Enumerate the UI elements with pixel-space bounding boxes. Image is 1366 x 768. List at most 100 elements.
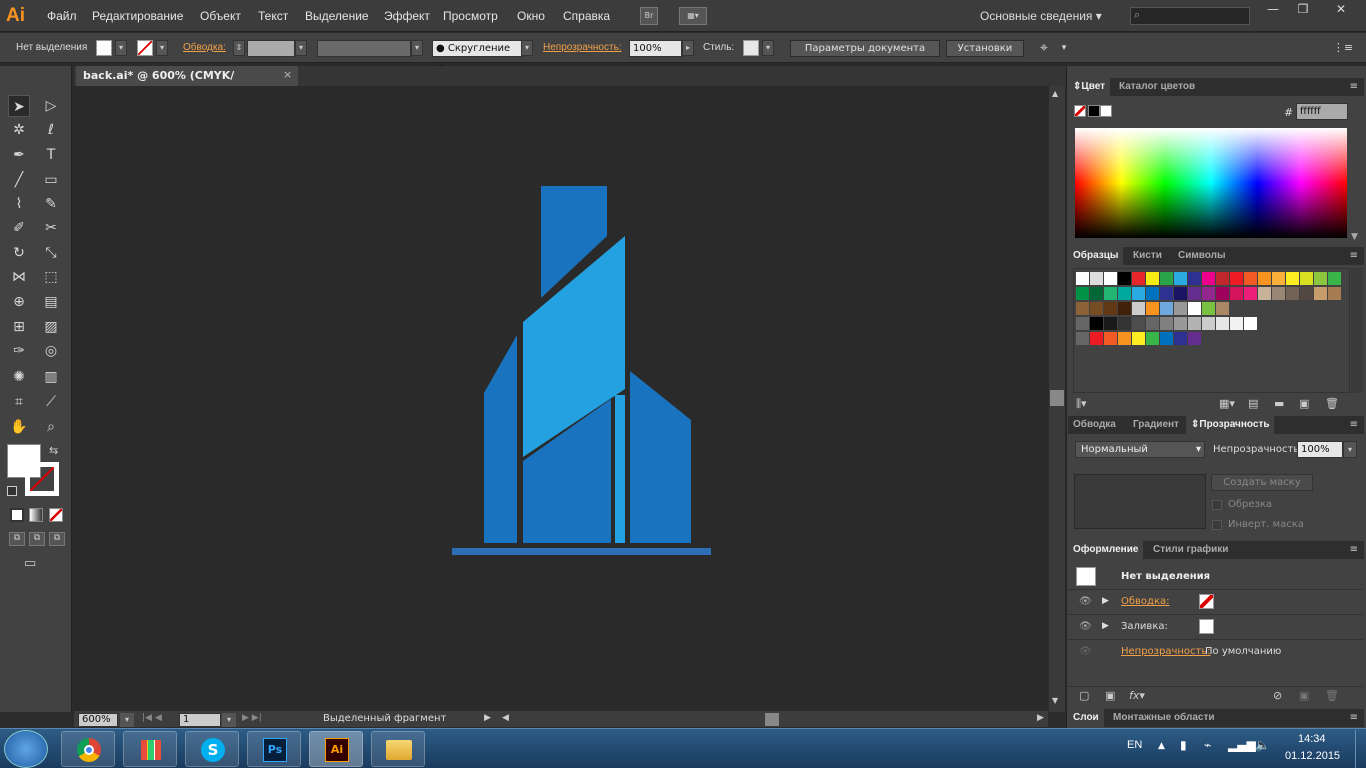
swatch-chip[interactable] [1118, 332, 1131, 345]
fill-swatch[interactable] [96, 40, 112, 56]
swatch-chip[interactable] [1314, 287, 1327, 300]
tab-color-guide[interactable]: Каталог цветов [1114, 78, 1200, 96]
swatch-chip[interactable] [1188, 287, 1201, 300]
swatch-chip[interactable] [1160, 272, 1173, 285]
zoom-tool-icon[interactable]: ⌕ [40, 416, 62, 438]
tab-layers[interactable]: Слои [1068, 709, 1104, 727]
appearance-panel-menu-icon[interactable]: ≡ [1350, 544, 1358, 555]
tray-volume-icon[interactable]: 🔈 [1255, 738, 1270, 752]
swatch-chip[interactable] [1314, 272, 1327, 285]
none-color-chip[interactable] [1074, 105, 1086, 117]
color-panel-menu-icon[interactable]: ≡ [1350, 81, 1358, 92]
fill-visibility-eye-icon[interactable]: 👁 [1079, 621, 1092, 632]
pencil-tool-icon[interactable]: ✎ [40, 193, 62, 215]
stroke-label[interactable]: Обводка: [183, 42, 226, 53]
clear-appearance-icon[interactable]: ⊘ [1273, 689, 1282, 702]
tray-network-icon[interactable]: ⌁ [1204, 738, 1211, 752]
swatch-chip[interactable] [1160, 287, 1173, 300]
tray-signal-icon[interactable]: ▂▄▆ [1228, 738, 1256, 752]
swatch-chip[interactable] [1202, 302, 1215, 315]
appearance-stroke-swatch[interactable] [1199, 594, 1214, 609]
swatch-chip[interactable] [1216, 302, 1229, 315]
delete-item-icon[interactable]: 🗑 [1325, 689, 1339, 702]
artboard-number-input[interactable]: 1 [179, 713, 221, 727]
swatch-chip[interactable] [1230, 272, 1243, 285]
appearance-stroke-label[interactable]: Обводка: [1121, 596, 1170, 607]
language-indicator[interactable]: EN [1127, 739, 1142, 751]
swatch-chip[interactable] [1160, 302, 1173, 315]
clock-date[interactable]: 01.12.2015 [1285, 750, 1340, 762]
swatch-chip[interactable] [1202, 272, 1215, 285]
eyedropper-icon[interactable]: ✑ [8, 340, 30, 362]
show-kinds-icon[interactable]: ▦▾ [1219, 397, 1235, 410]
tab-appearance[interactable]: Оформление [1068, 541, 1144, 559]
style-swatch[interactable] [743, 40, 759, 56]
make-mask-button[interactable]: Создать маску [1211, 474, 1313, 491]
menu-select[interactable]: Выделение [305, 9, 369, 23]
menu-object[interactable]: Объект [200, 9, 241, 23]
swatch-chip[interactable] [1286, 287, 1299, 300]
menu-file[interactable]: Файл [47, 9, 77, 23]
swatch-chip[interactable] [1076, 287, 1089, 300]
swatches-scrollbar[interactable] [1351, 268, 1363, 393]
preferences-button[interactable]: Установки [946, 40, 1024, 57]
stroke-weight-dropdown[interactable]: ▾ [295, 40, 307, 56]
swatch-chip[interactable] [1188, 317, 1201, 330]
scissors-tool-icon[interactable]: ✂ [40, 217, 62, 239]
swatch-chip[interactable] [1300, 272, 1313, 285]
swatch-chip[interactable] [1160, 317, 1173, 330]
close-button[interactable]: ✕ [1316, 0, 1366, 20]
opacity-label[interactable]: Непрозрачность: [543, 42, 622, 53]
swatch-chip[interactable] [1244, 317, 1257, 330]
draw-behind-icon[interactable]: ⧉ [29, 532, 45, 546]
swatch-chip[interactable] [1104, 287, 1117, 300]
pen-tool-icon[interactable]: ✒ [8, 144, 30, 166]
taskbar-skype[interactable]: S [185, 731, 239, 767]
stroke-color-swatch[interactable] [25, 462, 59, 496]
tab-swatches[interactable]: Образцы [1068, 247, 1124, 265]
swatch-chip[interactable] [1202, 287, 1215, 300]
opacity-input[interactable]: 100% [629, 40, 682, 57]
menu-edit[interactable]: Редактирование [92, 9, 183, 23]
show-desktop-button[interactable] [1355, 730, 1366, 768]
none-mode-icon[interactable] [49, 508, 63, 522]
color-panel-scroll-icon[interactable]: ▼ [1351, 232, 1358, 242]
black-color-chip[interactable] [1088, 105, 1100, 117]
profile-dropdown[interactable]: ▾ [411, 40, 423, 56]
rectangle-tool-icon[interactable]: ▭ [40, 169, 62, 191]
swatch-chip[interactable] [1230, 287, 1243, 300]
stroke-swatch[interactable] [137, 40, 153, 56]
opacity-dropdown[interactable]: ▸ [682, 40, 694, 56]
appearance-fill-swatch[interactable] [1199, 619, 1214, 634]
swatch-chip[interactable] [1146, 272, 1159, 285]
mesh-tool-icon[interactable]: ⊞ [8, 316, 30, 338]
menu-type[interactable]: Текст [258, 9, 288, 23]
add-stroke-icon[interactable]: ▢ [1079, 689, 1089, 702]
swatch-chip[interactable] [1258, 287, 1271, 300]
zoom-level-input[interactable]: 600% [78, 713, 118, 727]
column-graph-icon[interactable]: ▥ [40, 366, 62, 388]
swatch-chip[interactable] [1272, 272, 1285, 285]
swatch-chip[interactable] [1090, 317, 1103, 330]
swatch-chip[interactable] [1076, 272, 1089, 285]
new-group-icon[interactable]: ▬ [1274, 397, 1284, 410]
document-setup-button[interactable]: Параметры документа [790, 40, 940, 57]
swatch-chip[interactable] [1076, 302, 1089, 315]
align-icon[interactable]: ⌖ [1033, 37, 1055, 59]
tab-stroke[interactable]: Обводка [1068, 416, 1121, 434]
swatch-chip[interactable] [1132, 272, 1145, 285]
swatch-chip[interactable] [1244, 287, 1257, 300]
search-input[interactable]: ⌕ [1130, 7, 1250, 25]
lasso-tool-icon[interactable]: ℓ [40, 119, 62, 141]
brush-definition[interactable]: ● Скругление ... [432, 40, 522, 69]
swatch-chip[interactable] [1258, 272, 1271, 285]
menu-help[interactable]: Справка [563, 9, 610, 23]
selection-tool-icon[interactable]: ➤ [8, 95, 30, 117]
scroll-up-icon[interactable]: ▲ [1052, 89, 1058, 98]
magic-wand-icon[interactable]: ✲ [8, 119, 30, 141]
swatch-chip[interactable] [1216, 317, 1229, 330]
taskbar-chrome[interactable] [61, 731, 115, 767]
taskbar-apps[interactable] [123, 731, 177, 767]
swatch-chips[interactable] [1074, 269, 1351, 394]
rotate-tool-icon[interactable]: ↻ [8, 242, 30, 264]
